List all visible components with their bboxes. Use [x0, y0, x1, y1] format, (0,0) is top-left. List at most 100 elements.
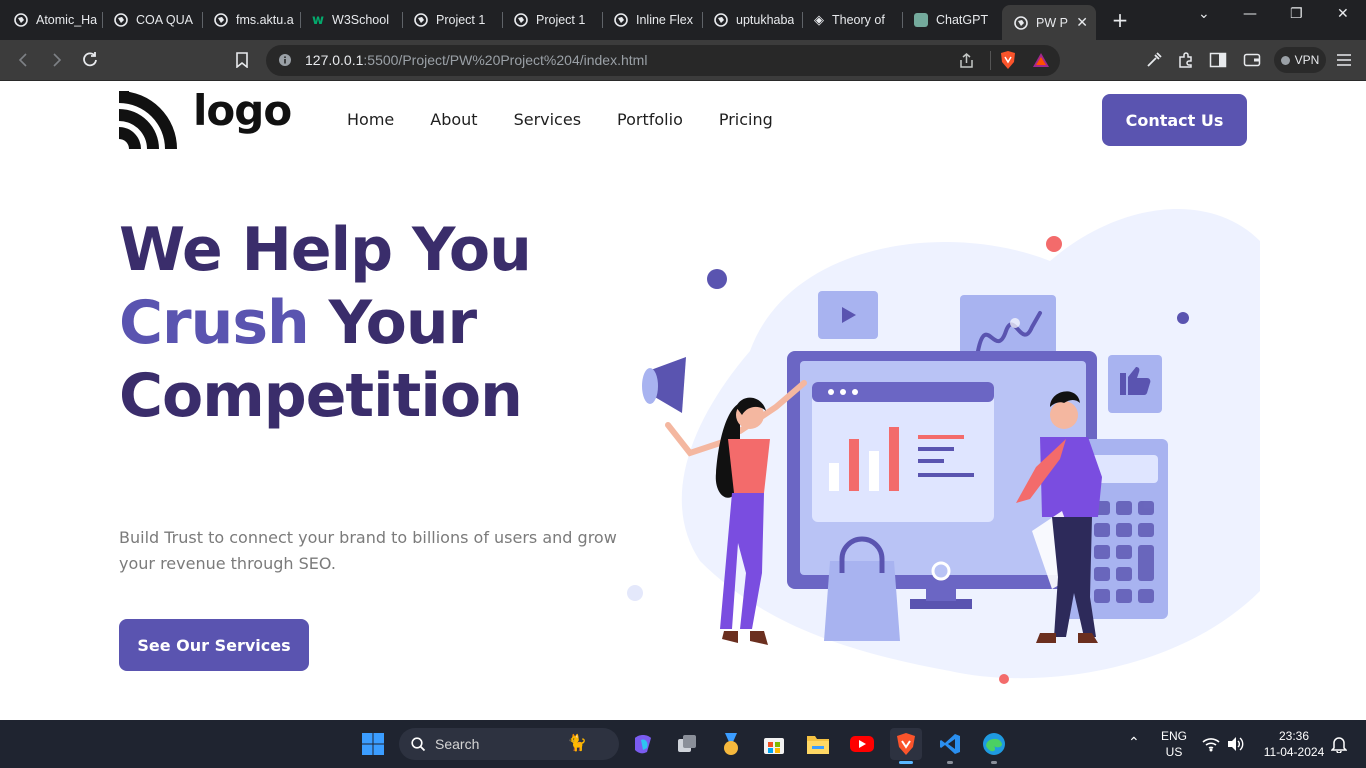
- minimize-button[interactable]: —: [1243, 6, 1257, 22]
- browser-tab[interactable]: Project 1: [502, 5, 600, 35]
- hero-accent-word: Crush: [119, 288, 310, 358]
- tab-title: Atomic_Ha: [36, 13, 98, 27]
- browser-tab[interactable]: ChatGPT: [902, 5, 1000, 35]
- sidebar-icon[interactable]: [1208, 50, 1228, 70]
- browser-tab[interactable]: Project 1: [402, 5, 500, 35]
- brave-shields-icon[interactable]: [999, 50, 1017, 70]
- globe-icon: [514, 13, 528, 27]
- brave-rewards-icon[interactable]: [1032, 51, 1050, 69]
- tab-title: COA QUA: [136, 13, 193, 27]
- main-nav: Home About Services Portfolio Pricing: [347, 110, 809, 129]
- volume-icon[interactable]: [1226, 735, 1244, 753]
- url-host: 127.0.0.1: [305, 52, 364, 68]
- address-bar[interactable]: 127.0.0.1:5500/Project/PW%20Project%204/…: [266, 45, 1060, 76]
- browser-tab[interactable]: w W3School: [300, 5, 400, 35]
- see-our-services-button[interactable]: See Our Services: [119, 619, 309, 671]
- browser-tab[interactable]: uptukhaba: [702, 5, 800, 35]
- reload-icon[interactable]: [80, 50, 100, 70]
- tab-search-icon[interactable]: ⌄: [1198, 6, 1210, 22]
- globe-icon: [214, 13, 228, 27]
- globe-icon: [114, 13, 128, 27]
- browser-tab[interactable]: fms.aktu.a: [202, 5, 298, 35]
- share-icon[interactable]: [958, 52, 975, 69]
- browser-tab-strip: Atomic_Ha COA QUA fms.aktu.a w W3School …: [0, 0, 1366, 40]
- task-view-icon[interactable]: [671, 728, 703, 760]
- nav-portfolio[interactable]: Portfolio: [617, 110, 683, 129]
- globe-icon: [714, 13, 728, 27]
- menu-icon[interactable]: [1334, 50, 1354, 70]
- tab-title: Theory of: [832, 13, 885, 27]
- wallet-icon[interactable]: [1242, 50, 1262, 70]
- youtube-icon[interactable]: [846, 728, 878, 760]
- hero-line-2-rest: Your: [308, 288, 477, 358]
- chatgpt-icon: [914, 13, 928, 27]
- globe-icon: [14, 13, 28, 27]
- forward-icon[interactable]: [47, 50, 67, 70]
- tab-title: Project 1: [536, 13, 586, 27]
- hero-description: Build Trust to connect your brand to bil…: [119, 528, 617, 573]
- clock-time: 23:36: [1278, 729, 1310, 743]
- edge-browser-icon[interactable]: [978, 728, 1010, 764]
- language-code: ENG: [1160, 729, 1187, 743]
- tab-title: Inline Flex: [636, 13, 693, 27]
- decor-dot: [627, 585, 643, 601]
- tab-title: uptukhaba: [736, 13, 795, 27]
- keyboard-layout: US: [1165, 745, 1183, 759]
- vpn-status-icon: [1280, 55, 1290, 65]
- browser-tab-active[interactable]: PW P ✕: [1002, 5, 1096, 40]
- browser-tab[interactable]: Atomic_Ha: [2, 5, 100, 35]
- w3schools-icon: w: [312, 12, 325, 28]
- close-window-button[interactable]: ✕: [1337, 6, 1349, 22]
- browser-tab[interactable]: ◈ Theory of: [802, 5, 900, 35]
- tab-title: ChatGPT: [936, 13, 989, 27]
- bookmark-icon[interactable]: [232, 50, 252, 70]
- contact-us-button[interactable]: Contact Us: [1102, 94, 1247, 146]
- tab-title: fms.aktu.a: [236, 13, 294, 27]
- medal-app-icon[interactable]: [715, 728, 747, 760]
- vpn-button[interactable]: VPN: [1274, 47, 1326, 73]
- copilot-icon[interactable]: [627, 728, 659, 760]
- eyedropper-icon[interactable]: [1144, 50, 1164, 70]
- clock[interactable]: 23:36 11-04-2024: [1256, 728, 1332, 760]
- file-explorer-icon[interactable]: [802, 728, 834, 760]
- globe-icon: [614, 13, 628, 27]
- notification-bell-icon[interactable]: [1331, 735, 1347, 753]
- extensions-icon[interactable]: [1176, 50, 1196, 70]
- hero-line-3: Competition: [119, 361, 523, 431]
- windows-start-icon[interactable]: [357, 728, 389, 760]
- brave-browser-icon[interactable]: [890, 728, 922, 764]
- wifi-icon[interactable]: [1202, 736, 1220, 752]
- decor-dot: [707, 269, 727, 289]
- nav-services[interactable]: Services: [514, 110, 581, 129]
- back-icon[interactable]: [13, 50, 33, 70]
- language-indicator[interactable]: ENG US: [1158, 728, 1190, 760]
- nav-home[interactable]: Home: [347, 110, 394, 129]
- clock-date: 11-04-2024: [1263, 745, 1325, 759]
- tray-overflow-icon[interactable]: ⌃: [1128, 734, 1140, 750]
- shopping-bag: [824, 561, 900, 641]
- browser-tab[interactable]: COA QUA: [102, 5, 200, 35]
- url-path: :5500/Project/PW%20Project%204/index.htm…: [363, 52, 648, 68]
- logo-icon[interactable]: [119, 91, 177, 149]
- logo-text[interactable]: logo: [193, 86, 292, 135]
- vpn-label: VPN: [1294, 53, 1320, 67]
- site-info-icon[interactable]: [278, 53, 292, 67]
- hero-illustration: [627, 208, 1260, 684]
- maximize-button[interactable]: ❐: [1290, 6, 1303, 22]
- hero-line-1: We Help You: [119, 215, 532, 285]
- vscode-icon[interactable]: [934, 728, 966, 764]
- web-page: logo Home About Services Portfolio Prici…: [0, 81, 1366, 720]
- close-tab-icon[interactable]: ✕: [1076, 15, 1088, 31]
- new-tab-button[interactable]: +: [1110, 8, 1130, 32]
- microsoft-store-icon[interactable]: [758, 728, 790, 760]
- nav-pricing[interactable]: Pricing: [719, 110, 773, 129]
- tab-title: PW P: [1036, 15, 1068, 30]
- taskbar-search[interactable]: Search 🐈: [399, 728, 619, 760]
- decor-dot: [1046, 236, 1062, 252]
- browser-tab[interactable]: Inline Flex: [602, 5, 700, 35]
- search-icon: [411, 737, 426, 752]
- nav-about[interactable]: About: [430, 110, 477, 129]
- decor-dot: [999, 674, 1009, 684]
- browser-toolbar: 127.0.0.1:5500/Project/PW%20Project%204/…: [0, 40, 1366, 81]
- search-highlight-icon: 🐈: [567, 735, 587, 752]
